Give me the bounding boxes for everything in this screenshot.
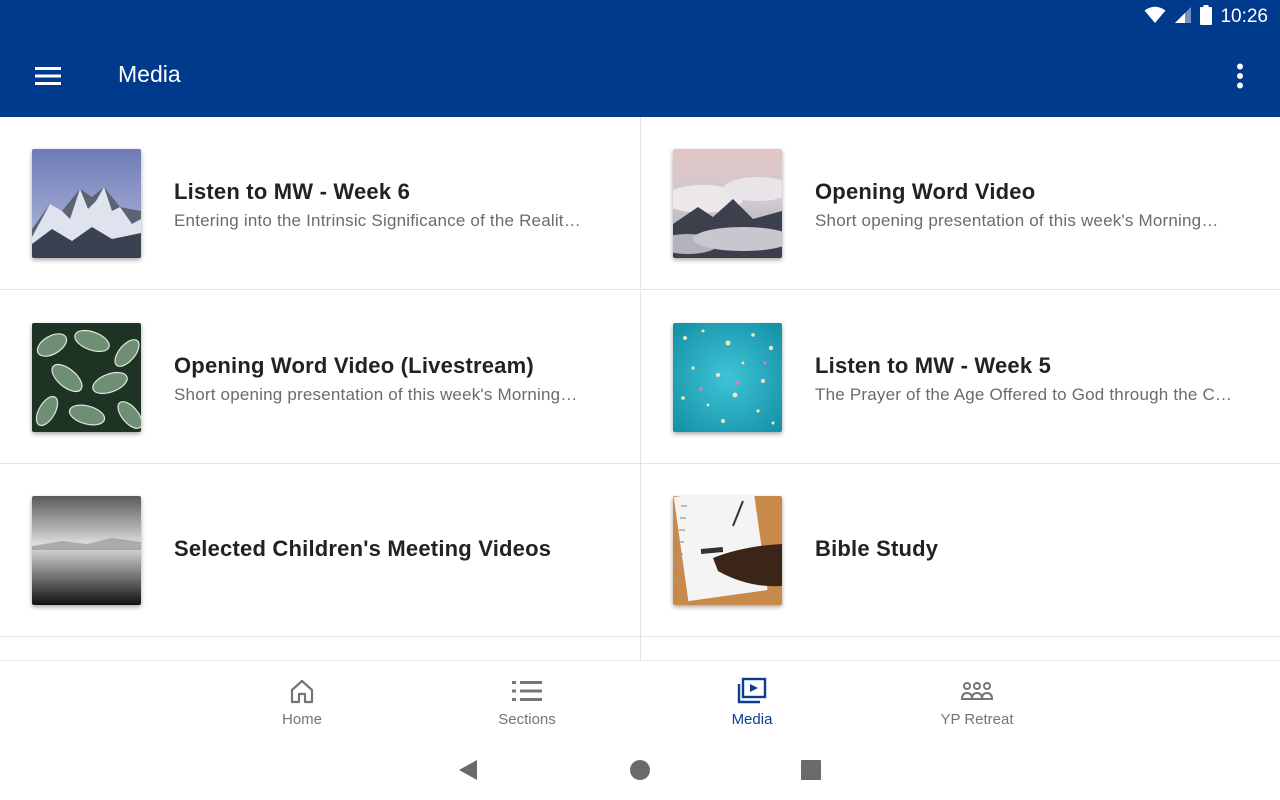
battery-icon [1200,4,1213,30]
nav-label: Home [281,711,322,728]
item-title: Listen to MW - Week 6 [174,179,411,204]
system-navigation-bar [0,740,1280,800]
grey-sea-image [32,496,141,605]
item-title: Selected Children's Meeting Videos [174,536,552,561]
media-item[interactable] [0,637,640,660]
status-bar: 10:26 [1144,4,1268,30]
item-subtitle: Short opening presentation of this week'… [815,211,1219,230]
nav-home[interactable]: Home [202,661,402,741]
video-library-icon [736,675,768,707]
group-icon [961,675,993,707]
more-vert-icon[interactable] [1220,56,1260,96]
wifi-icon [1144,6,1166,29]
toolbar: Media [0,36,1280,116]
media-grid: Listen to MW - Week 6 Entering into the … [0,117,1280,660]
media-item[interactable]: Selected Children's Meeting Videos [0,464,640,637]
item-subtitle: The Prayer of the Age Offered to God thr… [815,385,1233,404]
nav-yp-retreat[interactable]: YP Retreat [877,661,1077,741]
media-item[interactable]: Opening Word Video (Livestream) Short op… [0,291,640,464]
status-time: 10:26 [1220,6,1268,27]
home-icon [286,675,318,707]
signal-icon [1174,6,1192,29]
item-title: Opening Word Video (Livestream) [174,353,534,378]
nav-label: Sections [498,711,556,728]
green-leaves-image [32,323,141,432]
list-icon [511,675,543,707]
media-item[interactable]: Listen to MW - Week 6 Entering into the … [0,117,640,290]
snowy-mountain-image [32,149,141,258]
item-subtitle: Short opening presentation of this week'… [174,385,578,404]
app-bar: 10:26 Media [0,0,1280,117]
item-title: Opening Word Video [815,179,1036,204]
item-title: Bible Study [815,536,939,561]
bottom-navigation: Home Sections Media YP Retreat [0,660,1280,740]
nav-label: YP Retreat [940,711,1014,728]
item-subtitle: Entering into the Intrinsic Significance… [174,211,581,230]
home-circle-icon[interactable] [624,754,656,786]
media-item[interactable]: Opening Word Video Short opening present… [640,117,1280,290]
back-icon[interactable] [452,754,484,786]
media-item[interactable] [640,637,1280,660]
notebook-writing-image [673,496,782,605]
item-title: Listen to MW - Week 5 [815,353,1052,378]
nav-sections[interactable]: Sections [427,661,627,741]
nav-label: Media [731,711,773,728]
nav-media[interactable]: Media [652,661,852,741]
recents-square-icon[interactable] [795,754,827,786]
mountain-clouds-image [673,149,782,258]
turquoise-confetti-image [673,323,782,432]
media-item[interactable]: Listen to MW - Week 5 The Prayer of the … [640,291,1280,464]
page-title: Media [118,61,181,87]
media-item[interactable]: Bible Study [640,464,1280,637]
hamburger-menu-icon[interactable] [28,56,68,96]
